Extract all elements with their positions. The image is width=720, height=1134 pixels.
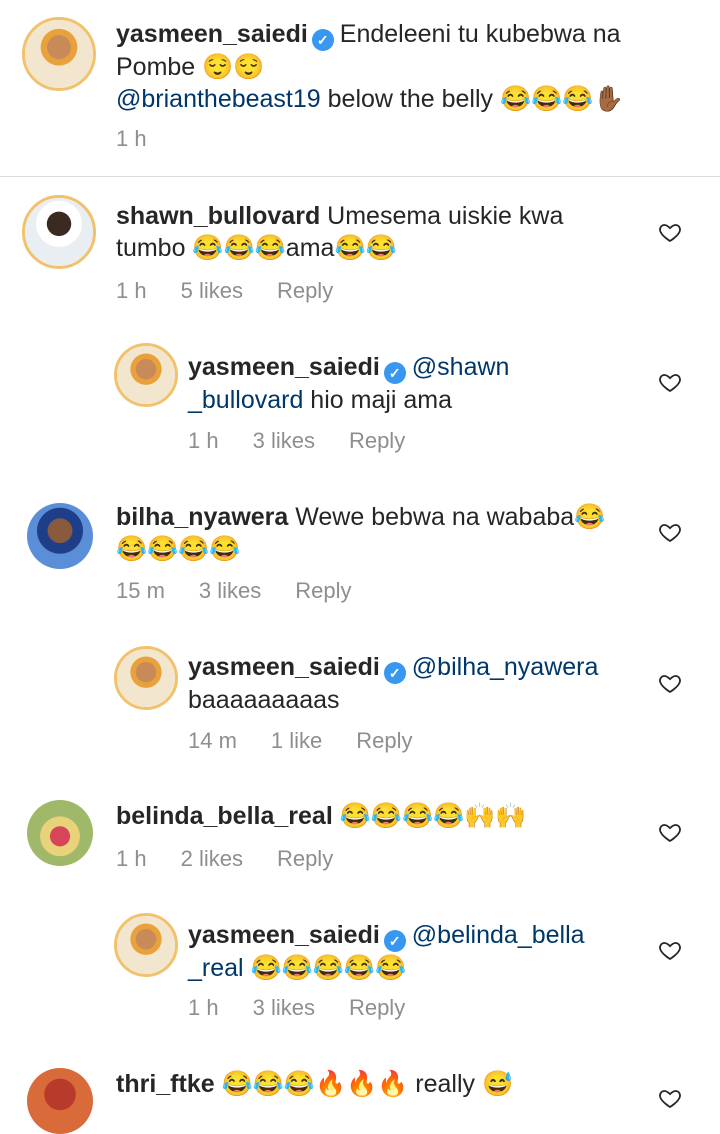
timestamp: 1 h <box>188 428 219 453</box>
mention-cont[interactable]: _bullovard <box>188 386 303 414</box>
comment-line1: 😂😂😂😂🙌🙌 <box>332 802 527 830</box>
comment-line1: Umesema uiskie kwa <box>320 202 564 230</box>
comment-username[interactable]: shawn_bullovard <box>116 202 320 230</box>
avatar[interactable] <box>27 1068 93 1134</box>
timestamp: 1 h <box>116 278 147 303</box>
reply-button[interactable]: Reply <box>349 994 405 1022</box>
reply-button[interactable]: Reply <box>356 727 412 755</box>
likes-count[interactable]: 1 like <box>271 727 322 755</box>
comment-line1: Wewe bebwa na wababa😂 <box>288 503 606 531</box>
avatar[interactable] <box>27 503 93 569</box>
avatar[interactable] <box>27 800 93 866</box>
reply-line2: 😂😂😂😂😂 <box>243 954 407 982</box>
reply-meta: 1 h 3 likes Reply <box>188 994 405 1022</box>
timestamp: 14 m <box>188 728 237 753</box>
comment-username[interactable]: bilha_nyawera <box>116 503 288 531</box>
mention[interactable]: @shawn <box>412 353 510 381</box>
timestamp: 1 h <box>116 126 147 151</box>
avatar[interactable] <box>114 913 178 977</box>
likes-count[interactable]: 2 likes <box>181 845 243 873</box>
reply-meta: 14 m 1 like Reply <box>188 727 413 755</box>
reply-username[interactable]: yasmeen_saiedi <box>188 353 380 381</box>
reply-line2: hio maji ama <box>303 386 453 414</box>
reply-meta: 1 h 3 likes Reply <box>188 427 405 455</box>
caption-username[interactable]: yasmeen_saiedi <box>116 20 308 48</box>
caption-meta: 1 h <box>116 125 147 153</box>
comment-line1: 😂😂😂🔥🔥🔥 really 😅 <box>214 1070 514 1098</box>
avatar[interactable] <box>114 343 178 407</box>
comment-username[interactable]: thri_ftke <box>116 1070 215 1098</box>
reply-text: yasmeen_saiedi ✓ @shawn _bullovard hio maj… <box>188 351 658 416</box>
heart-icon[interactable] <box>658 1086 682 1110</box>
reply-username[interactable]: yasmeen_saiedi <box>188 921 380 949</box>
avatar[interactable] <box>22 195 96 269</box>
timestamp: 15 m <box>116 578 165 603</box>
comment-text: thri_ftke 😂😂😂🔥🔥🔥 really 😅 <box>116 1068 656 1100</box>
caption-line1: Endeleeni tu kubebwa na <box>339 20 621 48</box>
mention[interactable]: @bilha_nyawera <box>412 653 599 681</box>
reply-button[interactable]: Reply <box>295 577 351 605</box>
reply-button[interactable]: Reply <box>349 427 405 455</box>
reply-button[interactable]: Reply <box>277 845 333 873</box>
verified-badge-icon: ✓ <box>383 662 406 684</box>
comment-text: bilha_nyawera Wewe bebwa na wababa😂 😂😂😂😂 <box>116 501 656 565</box>
likes-count[interactable]: 3 likes <box>199 577 261 605</box>
likes-count[interactable]: 5 likes <box>181 277 243 305</box>
divider <box>0 176 720 177</box>
likes-count[interactable]: 3 likes <box>253 994 315 1022</box>
comment-text: shawn_bullovard Umesema uiskie kwa tumbo… <box>116 200 646 264</box>
mention-cont[interactable]: _real <box>188 954 244 982</box>
heart-icon[interactable] <box>658 520 682 544</box>
verified-badge-icon: ✓ <box>383 930 406 952</box>
reply-text: yasmeen_saiedi ✓ @bilha_nyawera baaaaaaaaa… <box>188 651 658 716</box>
timestamp: 1 h <box>116 846 147 871</box>
comment-line2: 😂😂😂😂 <box>116 535 241 563</box>
heart-icon[interactable] <box>658 938 682 962</box>
reply-username[interactable]: yasmeen_saiedi <box>188 653 380 681</box>
comment-text: belinda_bella_real 😂😂😂😂🙌🙌 <box>116 800 656 832</box>
verified-badge-icon: ✓ <box>383 362 406 384</box>
likes-count[interactable]: 3 likes <box>253 427 315 455</box>
caption-mention[interactable]: @brianthebeast19 <box>116 85 321 113</box>
avatar[interactable] <box>22 17 96 91</box>
comment-meta: 1 h 5 likes Reply <box>116 277 333 305</box>
avatar[interactable] <box>114 646 178 710</box>
heart-icon[interactable] <box>658 820 682 844</box>
comment-username[interactable]: belinda_bella_real <box>116 802 333 830</box>
reply-line2: baaaaaaaaas <box>188 686 340 714</box>
heart-icon[interactable] <box>658 370 682 394</box>
verified-badge-icon: ✓ <box>311 29 334 51</box>
heart-icon[interactable] <box>658 220 682 244</box>
reply-text: yasmeen_saiedi ✓ @belinda_bella _real 😂😂😂😂… <box>188 919 658 984</box>
comment-meta: 1 h 2 likes Reply <box>116 845 333 873</box>
caption-line3: below the belly 😂😂😂✋🏾 <box>320 85 625 113</box>
caption-line2: Pombe 😌😌 <box>116 53 265 81</box>
comment-meta: 15 m 3 likes Reply <box>116 577 352 605</box>
caption-text: yasmeen_saiedi ✓ Endeleeni tu kubebwa na P… <box>116 18 696 115</box>
timestamp: 1 h <box>188 995 219 1020</box>
mention[interactable]: @belinda_bella <box>412 921 585 949</box>
heart-icon[interactable] <box>658 671 682 695</box>
comment-line2: tumbo 😂😂😂ama😂😂 <box>116 234 397 262</box>
reply-button[interactable]: Reply <box>277 277 333 305</box>
